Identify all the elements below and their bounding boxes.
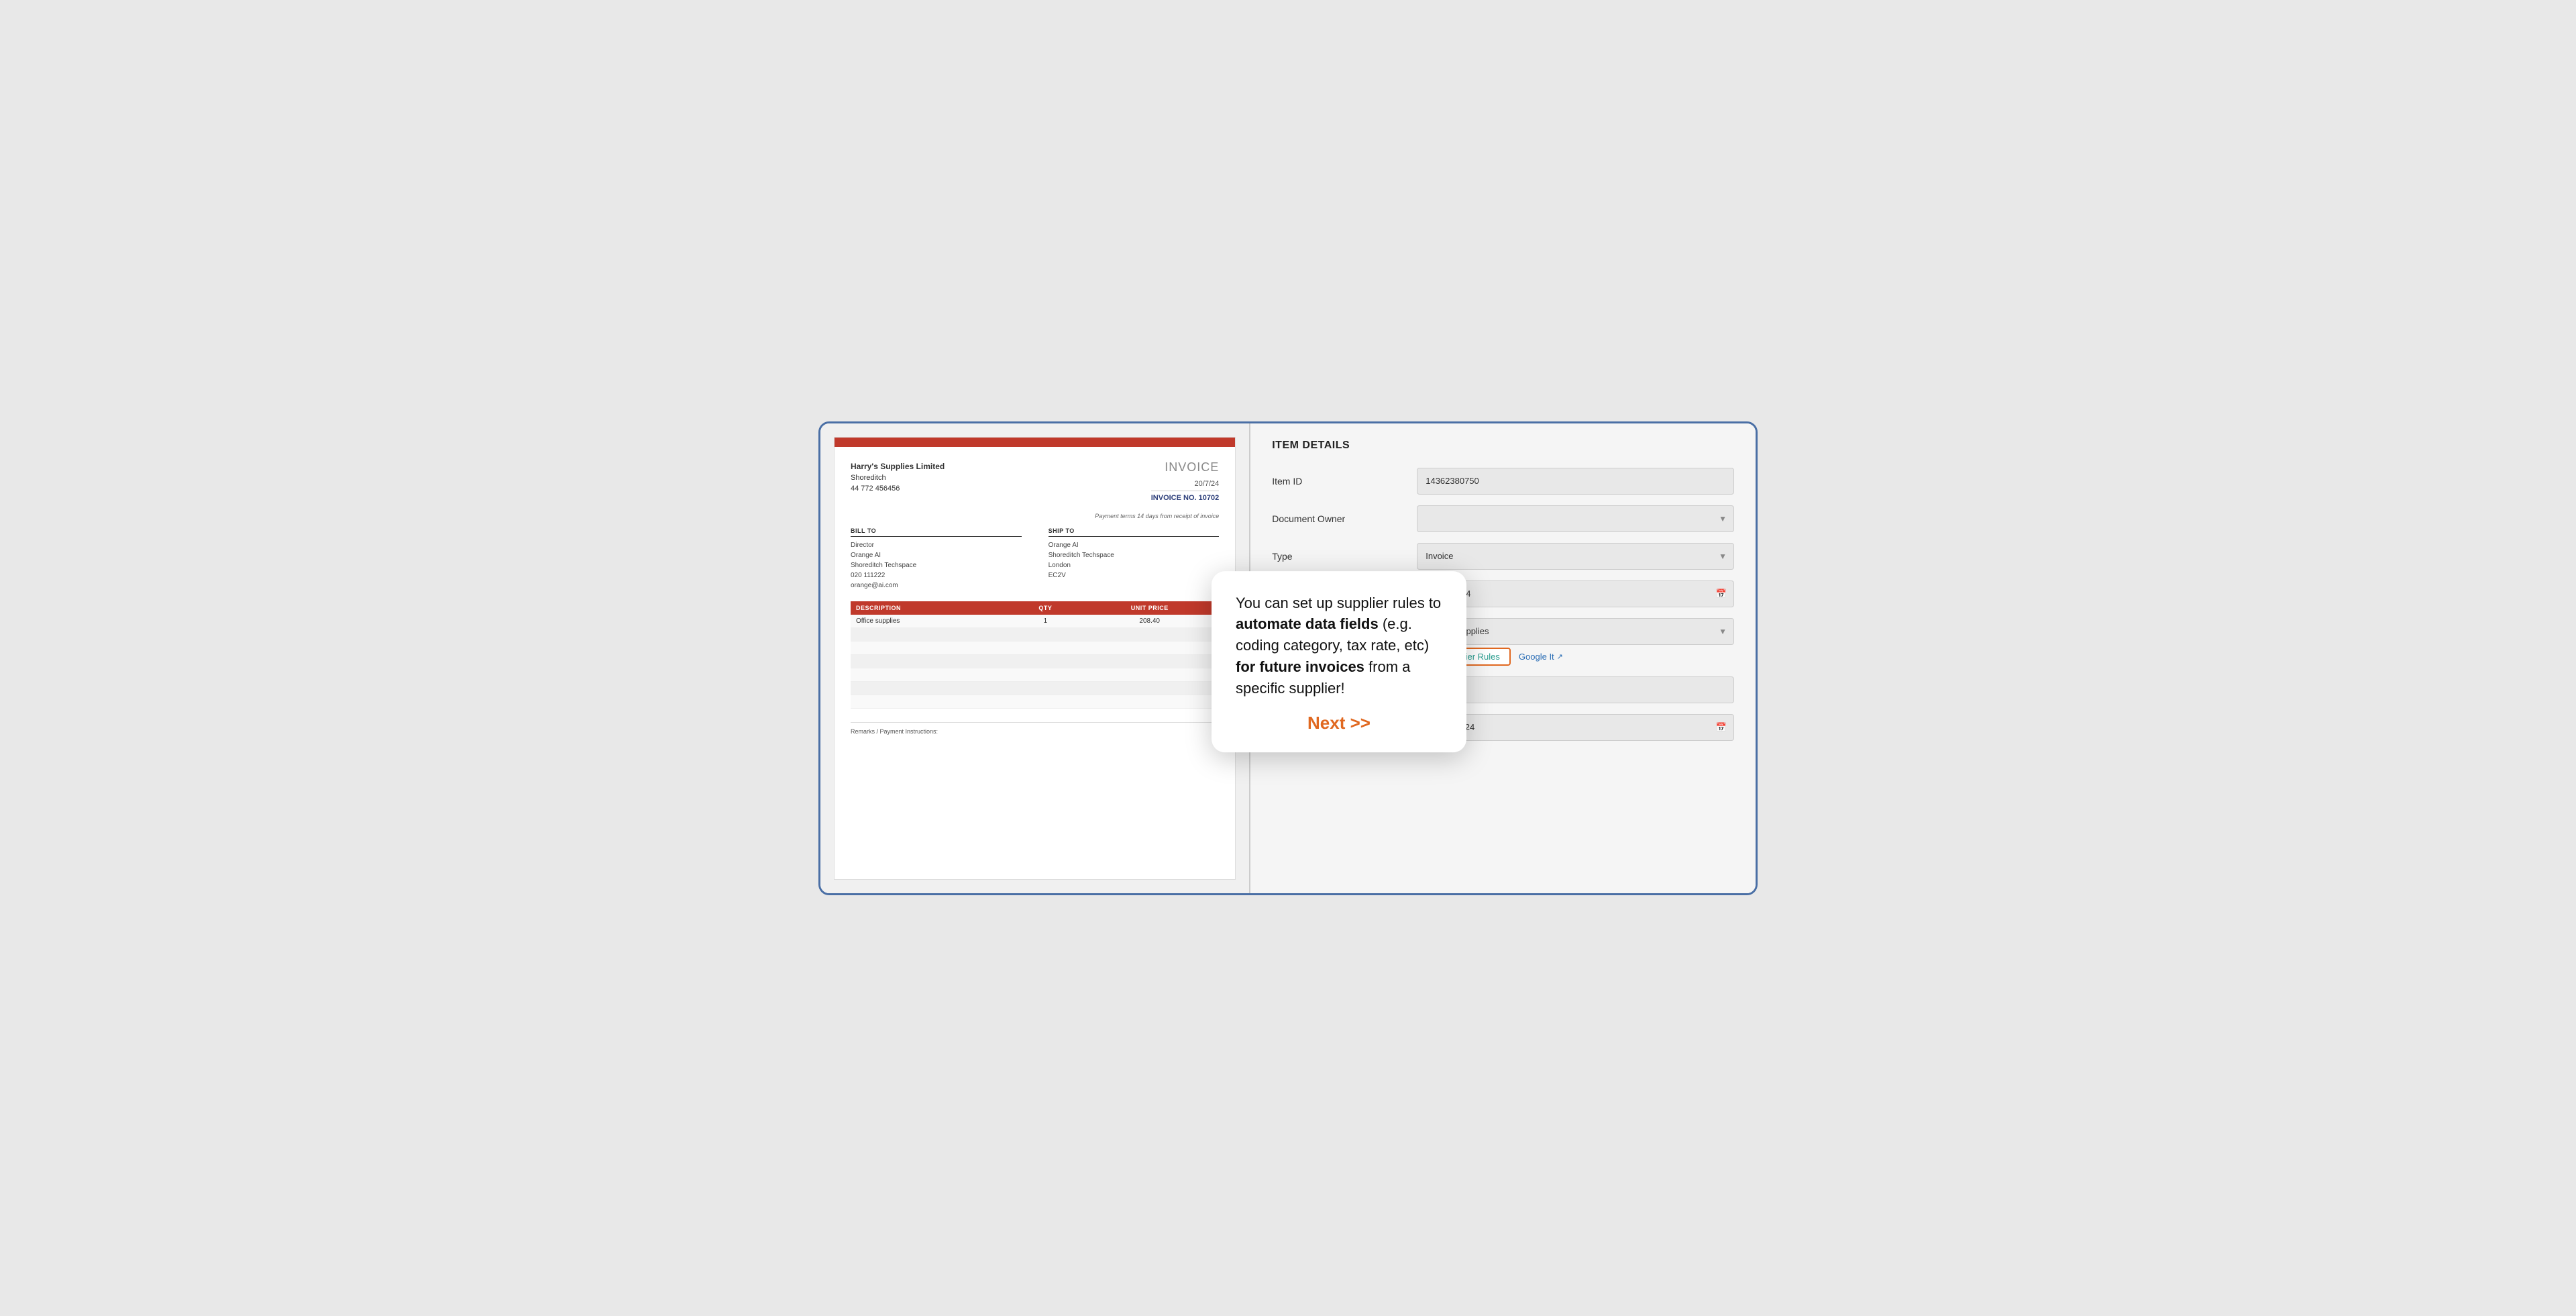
invoice-top: Harry's Supplies Limited Shoreditch 44 7… <box>851 460 1219 502</box>
tooltip-bold2: for future invoices <box>1236 658 1364 675</box>
table-row: Office supplies1208.40 <box>851 615 1219 628</box>
google-it-link[interactable]: Google It ↗ <box>1519 652 1563 662</box>
invoice-no-value: 10702 <box>1199 494 1220 502</box>
payment-terms: Payment terms 14 days from receipt of in… <box>851 513 1219 519</box>
table-cell-description <box>851 628 1011 642</box>
table-row <box>851 668 1219 682</box>
ship-line3: London <box>1049 560 1220 570</box>
col-qty: QTY <box>1011 601 1081 615</box>
table-cell-unit_price <box>1080 695 1219 709</box>
table-cell-qty <box>1011 695 1081 709</box>
table-cell-qty <box>1011 642 1081 655</box>
document-owner-select[interactable]: ▼ <box>1417 505 1734 532</box>
table-cell-description <box>851 682 1011 695</box>
item-id-row: Item ID 14362380750 <box>1272 468 1734 495</box>
table-row <box>851 628 1219 642</box>
bill-line5: orange@ai.com <box>851 580 1022 591</box>
invoice-date: 20/7/24 <box>1151 480 1220 491</box>
tooltip-text: You can set up supplier rules to automat… <box>1236 593 1442 699</box>
bill-line4: 020 111222 <box>851 570 1022 580</box>
invoice-document: Harry's Supplies Limited Shoreditch 44 7… <box>834 437 1236 880</box>
chevron-down-icon-supplier: ▼ <box>1719 627 1727 636</box>
company-phone: 44 772 456456 <box>851 483 945 495</box>
table-cell-description <box>851 695 1011 709</box>
calendar-icon-due: 📅 <box>1716 722 1727 733</box>
ship-to-label: SHIP TO <box>1049 527 1220 537</box>
table-cell-qty <box>1011 668 1081 682</box>
table-cell-qty <box>1011 682 1081 695</box>
table-row <box>851 682 1219 695</box>
bill-to-block: BILL TO Director Orange AI Shoreditch Te… <box>851 527 1022 591</box>
tooltip-bold1: automate data fields <box>1236 616 1379 633</box>
table-row <box>851 642 1219 655</box>
invoice-title: INVOICE <box>1151 460 1220 474</box>
table-cell-description <box>851 642 1011 655</box>
chevron-down-icon: ▼ <box>1719 514 1727 523</box>
chevron-down-icon-type: ▼ <box>1719 552 1727 561</box>
item-id-input[interactable]: 14362380750 <box>1417 468 1734 495</box>
main-layout: Harry's Supplies Limited Shoreditch 44 7… <box>820 423 1756 893</box>
col-unit-price: UNIT PRICE <box>1080 601 1219 615</box>
type-row: Type Invoice ▼ <box>1272 543 1734 570</box>
item-details-title: ITEM DETAILS <box>1272 440 1734 452</box>
bill-line1: Director <box>851 540 1022 550</box>
col-description: DESCRIPTION <box>851 601 1011 615</box>
table-cell-unit_price: 208.40 <box>1080 615 1219 628</box>
ship-to-block: SHIP TO Orange AI Shoreditch Techspace L… <box>1049 527 1220 591</box>
type-label: Type <box>1272 551 1406 562</box>
ship-line2: Shoreditch Techspace <box>1049 550 1220 560</box>
tooltip-next-button[interactable]: Next >> <box>1236 713 1442 733</box>
type-value: Invoice <box>1426 551 1453 561</box>
table-cell-qty <box>1011 655 1081 668</box>
invoice-footer: Remarks / Payment Instructions: <box>851 722 1219 735</box>
app-frame: Harry's Supplies Limited Shoreditch 44 7… <box>818 421 1758 895</box>
type-select[interactable]: Invoice ▼ <box>1417 543 1734 570</box>
document-owner-row: Document Owner ▼ <box>1272 505 1734 532</box>
invoice-no-label: INVOICE NO. <box>1151 494 1197 502</box>
invoice-header-bar <box>835 438 1235 447</box>
invoice-content: Harry's Supplies Limited Shoreditch 44 7… <box>835 447 1235 749</box>
document-owner-label: Document Owner <box>1272 513 1406 524</box>
bill-ship-section: BILL TO Director Orange AI Shoreditch Te… <box>851 527 1219 591</box>
ship-line1: Orange AI <box>1049 540 1220 550</box>
invoice-title-block: INVOICE 20/7/24 INVOICE NO. 10702 <box>1151 460 1220 502</box>
table-cell-description: Office supplies <box>851 615 1011 628</box>
table-cell-description <box>851 668 1011 682</box>
bill-to-label: BILL TO <box>851 527 1022 537</box>
tooltip-box: You can set up supplier rules to automat… <box>1212 571 1466 752</box>
company-info: Harry's Supplies Limited Shoreditch 44 7… <box>851 460 945 495</box>
bill-line3: Shoreditch Techspace <box>851 560 1022 570</box>
ship-line4: EC2V <box>1049 570 1220 580</box>
table-row <box>851 695 1219 709</box>
item-id-label: Item ID <box>1272 476 1406 487</box>
table-cell-qty: 1 <box>1011 615 1081 628</box>
bill-line2: Orange AI <box>851 550 1022 560</box>
table-row <box>851 655 1219 668</box>
table-cell-unit_price <box>1080 628 1219 642</box>
table-cell-qty <box>1011 628 1081 642</box>
table-cell-unit_price <box>1080 655 1219 668</box>
invoice-no: INVOICE NO. 10702 <box>1151 494 1220 502</box>
calendar-icon: 📅 <box>1716 589 1727 599</box>
invoice-table: DESCRIPTION QTY UNIT PRICE Office suppli… <box>851 601 1219 709</box>
company-name: Harry's Supplies Limited <box>851 460 945 472</box>
item-id-value: 14362380750 <box>1426 476 1479 486</box>
table-cell-unit_price <box>1080 642 1219 655</box>
table-cell-unit_price <box>1080 682 1219 695</box>
external-link-icon: ↗ <box>1557 652 1563 661</box>
table-cell-unit_price <box>1080 668 1219 682</box>
table-cell-description <box>851 655 1011 668</box>
tooltip-overlay: You can set up supplier rules to automat… <box>1212 571 1466 752</box>
company-area: Shoreditch <box>851 472 945 484</box>
google-it-label: Google It <box>1519 652 1554 662</box>
left-panel-invoice: Harry's Supplies Limited Shoreditch 44 7… <box>820 423 1250 893</box>
